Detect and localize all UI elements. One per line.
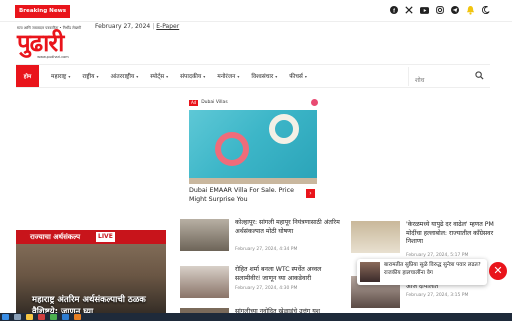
ad-arrow-icon[interactable]: › bbox=[306, 189, 315, 198]
nav-home[interactable]: होम bbox=[16, 65, 39, 87]
chevron-down-icon: ▾ bbox=[96, 74, 99, 79]
ad-image[interactable] bbox=[189, 110, 317, 184]
notification-popup[interactable]: बारामतीत सुप्रिया सुळे विरुद्ध सुनेत्रा … bbox=[357, 259, 487, 285]
app-icon[interactable] bbox=[38, 314, 45, 320]
logo-text: पुढारी bbox=[17, 28, 64, 57]
nav-item-entertainment[interactable]: मनोरंजन ▾ bbox=[217, 72, 239, 80]
article-meta: February 27, 2024, 4:30 PM bbox=[235, 286, 298, 291]
instagram-icon[interactable] bbox=[436, 6, 444, 17]
nav-item-editorial[interactable]: संपादकीय ▾ bbox=[180, 72, 205, 80]
nav-item-world[interactable]: विश्वसंचार ▾ bbox=[251, 72, 277, 80]
list-item[interactable]: 'केरळमध्ये यापुढे दर वाढेल' म्हणत PM मोद… bbox=[351, 221, 501, 258]
windows-start-icon[interactable] bbox=[2, 314, 9, 320]
app-icon[interactable] bbox=[50, 314, 57, 320]
ad-choices-icon[interactable] bbox=[311, 99, 318, 106]
chevron-down-icon: ▾ bbox=[166, 74, 169, 79]
epaper-link[interactable]: E-Paper bbox=[156, 23, 179, 30]
notification-image bbox=[360, 262, 380, 282]
nav-item-maharashtra[interactable]: महाराष्ट्र ▾ bbox=[51, 72, 70, 80]
nav-item-international[interactable]: आंतरराष्ट्रीय ▾ bbox=[110, 72, 138, 80]
svg-text:f: f bbox=[393, 8, 395, 14]
dateline: February 27, 2024 | E-Paper bbox=[95, 23, 180, 30]
current-date: February 27, 2024 bbox=[95, 23, 151, 30]
article-meta: February 27, 2024, 3:15 PM bbox=[406, 293, 469, 298]
article-title[interactable]: कोल्हापूर: सांगली महापूर नियंत्रणासाठी अ… bbox=[235, 219, 340, 236]
youtube-icon[interactable] bbox=[420, 6, 429, 17]
ad-header: Ad Dubai Villas bbox=[189, 98, 228, 107]
ad-badge: Ad bbox=[189, 99, 199, 106]
chevron-down-icon: ▾ bbox=[275, 74, 278, 79]
chevron-down-icon: ▾ bbox=[237, 74, 240, 79]
search-input[interactable] bbox=[409, 72, 469, 90]
live-badge: LIVE bbox=[96, 232, 115, 242]
nav-search bbox=[408, 67, 490, 90]
article-thumbnail[interactable] bbox=[180, 266, 229, 298]
ad-source[interactable]: Dubai Villas bbox=[201, 100, 227, 105]
bell-icon[interactable] bbox=[466, 5, 475, 18]
article-title[interactable]: रोहित शर्मा बनला WTC स्पर्धेत अव्वल सलाम… bbox=[235, 266, 340, 283]
telegram-icon[interactable] bbox=[451, 6, 459, 17]
list-item[interactable]: रोहित शर्मा बनला WTC स्पर्धेत अव्वल सलाम… bbox=[180, 266, 340, 301]
chevron-down-icon: ▾ bbox=[136, 74, 139, 79]
article-title[interactable]: 'केरळमध्ये यापुढे दर वाढेल' म्हणत PM मोद… bbox=[406, 221, 501, 247]
site-logo[interactable]: सत्य आणि जबाबदार पत्रकारिता • निर्भीड ले… bbox=[17, 26, 89, 60]
x-icon[interactable] bbox=[405, 6, 413, 17]
article-meta: February 27, 2024, 5:17 PM bbox=[406, 253, 469, 258]
notification-text[interactable]: बारामतीत सुप्रिया सुळे विरुद्ध सुनेत्रा … bbox=[384, 262, 482, 277]
app-icon[interactable] bbox=[26, 314, 33, 320]
close-icon[interactable]: ✕ bbox=[489, 262, 507, 280]
breaking-news-label[interactable]: Breaking News bbox=[15, 5, 71, 18]
main-nav: होम महाराष्ट्र ▾ राष्ट्रीय ▾ आंतरराष्ट्रीय… bbox=[16, 64, 490, 90]
article-thumbnail[interactable] bbox=[180, 219, 229, 251]
nav-item-national[interactable]: राष्ट्रीय ▾ bbox=[82, 72, 98, 80]
nav-item-features[interactable]: फीचर्स ▾ bbox=[289, 72, 307, 80]
chevron-down-icon: ▾ bbox=[68, 74, 71, 79]
top-bar: Breaking News f bbox=[0, 0, 512, 22]
chevron-down-icon: ▾ bbox=[304, 74, 307, 79]
chevron-down-icon: ▾ bbox=[203, 74, 206, 79]
moon-icon[interactable] bbox=[481, 5, 490, 17]
article-thumbnail[interactable] bbox=[351, 221, 400, 253]
article-meta: February 27, 2024, 4:34 PM bbox=[235, 247, 298, 252]
ad-title[interactable]: Dubai EMAAR Villa For Sale. Price Might … bbox=[189, 186, 307, 204]
list-item[interactable]: कोल्हापूर: सांगली महापूर नियंत्रणासाठी अ… bbox=[180, 219, 340, 254]
facebook-icon[interactable]: f bbox=[390, 6, 398, 17]
nav-item-sports[interactable]: स्पोर्ट्स ▾ bbox=[150, 72, 168, 80]
app-icon[interactable] bbox=[62, 314, 69, 320]
app-icon[interactable] bbox=[74, 314, 81, 320]
search-taskbar-icon[interactable] bbox=[14, 314, 21, 320]
os-taskbar bbox=[0, 313, 512, 321]
featured-article[interactable]: राज्याचा अर्थसंकल्प LIVE महाराष्ट्र अंतर… bbox=[16, 230, 166, 321]
search-icon[interactable] bbox=[475, 71, 484, 80]
social-icons: f bbox=[390, 5, 490, 18]
featured-banner: राज्याचा अर्थसंकल्प bbox=[16, 230, 166, 244]
